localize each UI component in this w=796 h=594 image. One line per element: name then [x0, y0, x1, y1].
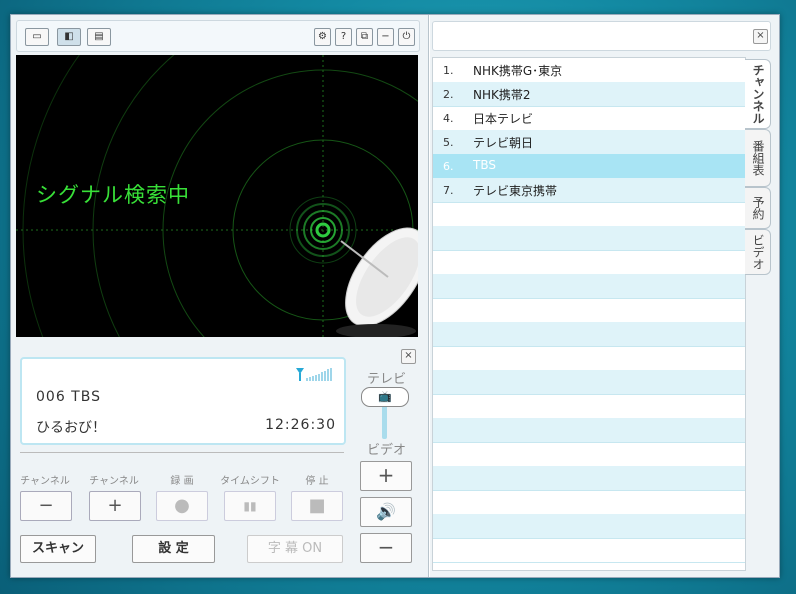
timeshift-button[interactable]: ▮▮ [224, 491, 276, 521]
channel-number: 1. [443, 64, 454, 77]
layout-split-button[interactable]: ◧ [57, 28, 81, 46]
channel-number: 2. [443, 88, 454, 101]
empty-list-row[interactable] [433, 298, 745, 323]
channel-list-item[interactable]: 6. TBS [433, 154, 745, 179]
tab-video[interactable]: ビデオ [745, 229, 771, 275]
channel-number: 5. [443, 136, 454, 149]
scan-button[interactable]: スキャン [20, 535, 96, 563]
empty-list-row[interactable] [433, 514, 745, 539]
tab-program-guide[interactable]: 番組表 [745, 129, 771, 187]
channel-number: 7. [443, 184, 454, 197]
volume-up-button[interactable]: + [360, 461, 412, 491]
current-channel: 006 TBS [36, 389, 101, 405]
channel-list-item[interactable]: 4. 日本テレビ [433, 106, 745, 131]
channel-list-item[interactable]: 5. テレビ朝日 [433, 130, 745, 155]
clear-search-icon[interactable]: × [753, 29, 768, 44]
program-info-box: 006 TBS ひるおび！ 12:26:30 [20, 357, 346, 445]
search-bar[interactable]: × [432, 21, 771, 51]
video-screen: シグナル検索中 [16, 55, 418, 337]
channel-list-item[interactable]: 1. NHK携帯G･東京 [433, 58, 745, 83]
channel-pane: × 1. NHK携帯G･東京 2. NHK携帯2 4. 日本テレビ 5. テレビ朝日 6. TBS… [430, 15, 779, 577]
channel-name: テレビ朝日 [473, 136, 534, 150]
channel-name: NHK携帯2 [473, 88, 531, 102]
channel-name: テレビ東京携帯 [473, 184, 558, 198]
empty-list-row[interactable] [433, 226, 745, 251]
empty-list-row[interactable] [433, 370, 745, 395]
channel-name: TBS [473, 158, 496, 172]
video-label: ビデオ [367, 443, 407, 458]
tab-reservation[interactable]: 予約 [745, 187, 771, 229]
empty-list-row[interactable] [433, 346, 745, 371]
channel-number: 4. [443, 112, 454, 125]
channel-up-button[interactable]: + [89, 491, 141, 521]
signal-strength-icon [296, 368, 332, 381]
window-mode-icon[interactable]: ⧉ [356, 28, 373, 46]
signal-search-status: シグナル検索中 [36, 183, 190, 207]
record-caption: 録 画 [170, 476, 194, 487]
empty-list-row[interactable] [433, 202, 745, 227]
subtitle-button[interactable]: 字 幕 ON [247, 535, 343, 563]
record-button[interactable]: ● [156, 491, 208, 521]
channel-down-caption: チャンネル [20, 476, 70, 487]
channel-number: 6. [443, 160, 454, 173]
empty-list-row[interactable] [433, 418, 745, 443]
channel-name: 日本テレビ [473, 112, 534, 126]
tab-channel[interactable]: チャンネル [745, 59, 771, 129]
channel-name: NHK携帯G･東京 [473, 64, 563, 78]
channel-list-item[interactable]: 2. NHK携帯2 [433, 82, 745, 107]
player-toolbar: ▭ ◧ ▤ ⚙ ? ⧉ − ⏻ [16, 20, 420, 52]
empty-list-row[interactable] [433, 322, 745, 347]
volume-down-button[interactable]: − [360, 533, 412, 563]
empty-list-row[interactable] [433, 466, 745, 491]
current-program: ひるおび！ [36, 420, 106, 436]
minimize-icon[interactable]: − [377, 28, 394, 46]
channel-list: 1. NHK携帯G･東京 2. NHK携帯2 4. 日本テレビ 5. テレビ朝日 6. TBS 7.… [432, 57, 746, 571]
power-icon[interactable]: ⏻ [398, 28, 415, 46]
channel-down-button[interactable]: − [20, 491, 72, 521]
empty-list-row[interactable] [433, 490, 745, 515]
control-panel: × 006 TBS ひるおび！ 12:26:30 チャンネル チャンネル 録 画… [11, 343, 428, 577]
tv-icon: 📺 [378, 390, 392, 403]
divider [20, 452, 344, 453]
settings-button[interactable]: 設 定 [132, 535, 215, 563]
empty-list-row[interactable] [433, 442, 745, 467]
layout-full-button[interactable]: ▤ [87, 28, 111, 46]
timeshift-caption: タイムシフト [220, 476, 280, 487]
stop-caption: 停 止 [305, 476, 329, 487]
player-pane: ▭ ◧ ▤ ⚙ ? ⧉ − ⏻ シグナル検索中 × 006 TBS ひるおび！ … [11, 15, 429, 577]
speaker-icon[interactable]: 🔊 [360, 497, 412, 527]
app-window: ▭ ◧ ▤ ⚙ ? ⧉ − ⏻ シグナル検索中 × 006 TBS ひるおび！ … [10, 14, 780, 578]
settings-icon[interactable]: ⚙ [314, 28, 331, 46]
tv-label: テレビ [367, 372, 407, 387]
help-icon[interactable]: ? [335, 28, 352, 46]
close-panel-icon[interactable]: × [401, 349, 416, 364]
stop-button[interactable]: ■ [291, 491, 343, 521]
channel-list-item[interactable]: 7. テレビ東京携帯 [433, 178, 745, 203]
channel-up-caption: チャンネル [89, 476, 139, 487]
layout-small-button[interactable]: ▭ [25, 28, 49, 46]
clock: 12:26:30 [265, 417, 336, 433]
empty-list-row[interactable] [433, 274, 745, 299]
empty-list-row[interactable] [433, 394, 745, 419]
empty-list-row[interactable] [433, 250, 745, 275]
empty-list-row[interactable] [433, 538, 745, 563]
tv-source-button[interactable]: 📺 [361, 387, 409, 407]
